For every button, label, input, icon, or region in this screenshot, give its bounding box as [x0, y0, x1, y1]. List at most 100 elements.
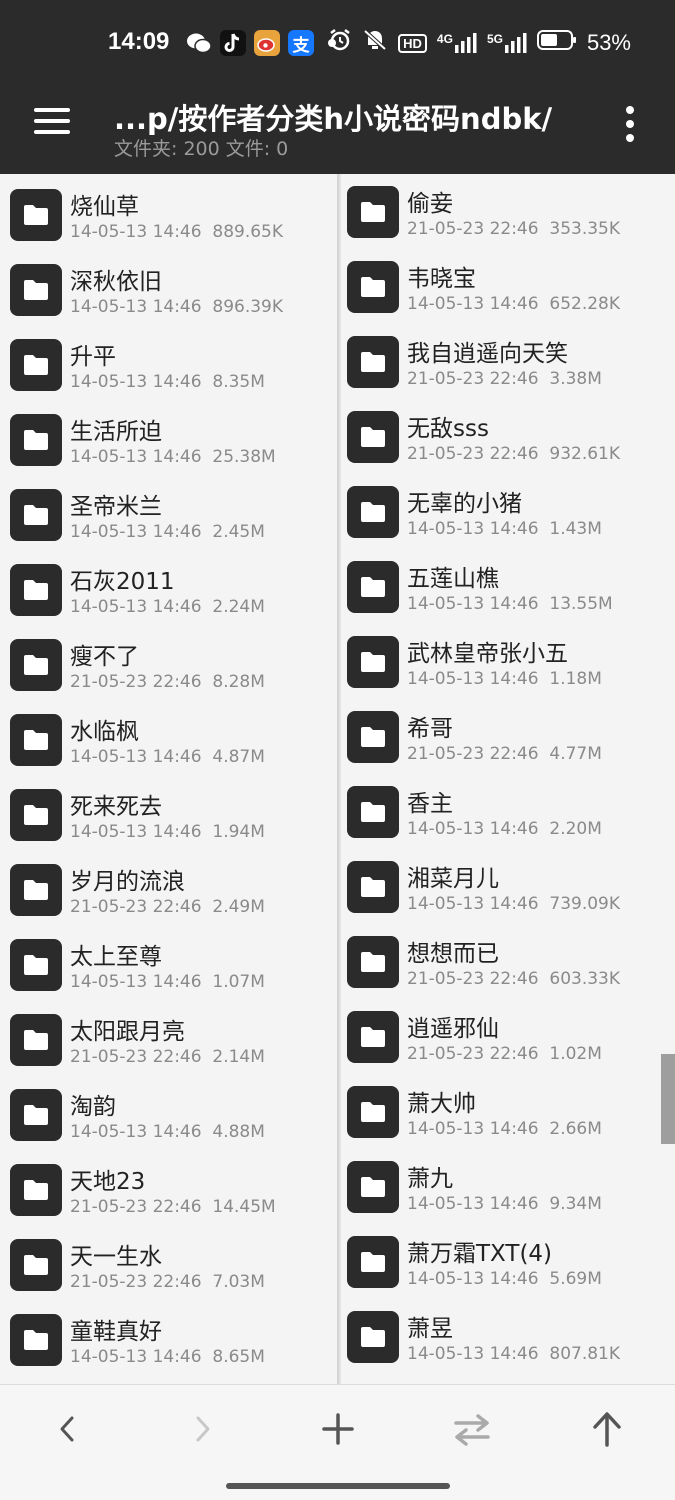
folder-row[interactable]: 石灰2011 14-05-13 14:46 2.24M — [0, 549, 337, 624]
folder-row[interactable]: 逍遥邪仙 21-05-23 22:46 1.02M — [340, 999, 675, 1074]
folder-row[interactable]: 岁月的流浪 21-05-23 22:46 2.49M — [0, 849, 337, 924]
bottom-nav-bar — [0, 1384, 675, 1500]
folder-row[interactable]: 韦晓宝 14-05-13 14:46 652.28K — [340, 249, 675, 324]
folder-row[interactable]: 希哥 21-05-23 22:46 4.77M — [340, 699, 675, 774]
forward-icon[interactable] — [172, 1407, 232, 1451]
folder-meta: 21-05-23 22:46 3.38M — [407, 369, 602, 389]
folder-size: 1.43M — [549, 519, 602, 539]
folder-meta: 14-05-13 14:46 896.39K — [70, 297, 283, 317]
folder-meta: 14-05-13 14:46 8.35M — [70, 372, 265, 392]
folder-meta: 14-05-13 14:46 889.65K — [70, 222, 283, 242]
more-options-icon[interactable] — [622, 106, 638, 146]
folder-meta: 21-05-23 22:46 7.03M — [70, 1272, 265, 1292]
folder-size: 1.02M — [549, 1044, 602, 1064]
folder-name: 韦晓宝 — [407, 266, 476, 292]
up-icon[interactable] — [577, 1407, 637, 1451]
folder-row[interactable]: 深秋依旧 14-05-13 14:46 896.39K — [0, 249, 337, 324]
folder-date: 14-05-13 14:46 — [70, 222, 202, 242]
folder-size: 7.03M — [212, 1272, 265, 1292]
folder-row[interactable]: 死来死去 14-05-13 14:46 1.94M — [0, 774, 337, 849]
folder-date: 14-05-13 14:46 — [70, 372, 202, 392]
folder-row[interactable]: 我自逍遥向天笑 21-05-23 22:46 3.38M — [340, 324, 675, 399]
folder-row[interactable]: 无敌sss 21-05-23 22:46 932.61K — [340, 399, 675, 474]
folder-meta: 21-05-23 22:46 2.49M — [70, 897, 265, 917]
folder-size: 4.77M — [549, 744, 602, 764]
folder-row[interactable]: 想想而已 21-05-23 22:46 603.33K — [340, 924, 675, 999]
menu-icon[interactable] — [34, 108, 72, 136]
folder-meta: 14-05-13 14:46 25.38M — [70, 447, 276, 467]
folder-row[interactable]: 萧昱 14-05-13 14:46 807.81K — [340, 1299, 675, 1374]
folder-size: 2.45M — [212, 522, 265, 542]
folder-row[interactable]: 天一生水 21-05-23 22:46 7.03M — [0, 1224, 337, 1299]
folder-name: 淘韵 — [70, 1094, 116, 1120]
folder-icon — [10, 264, 62, 316]
folder-row[interactable]: 太阳跟月亮 21-05-23 22:46 2.14M — [0, 999, 337, 1074]
folder-file-count: 文件夹: 200 文件: 0 — [114, 138, 289, 160]
folder-row[interactable]: 武林皇帝张小五 14-05-13 14:46 1.18M — [340, 624, 675, 699]
folder-icon — [10, 1164, 62, 1216]
folder-size: 2.24M — [212, 597, 265, 617]
weibo-icon — [254, 30, 280, 56]
folder-size: 8.65M — [212, 1347, 265, 1367]
folder-date: 14-05-13 14:46 — [70, 447, 202, 467]
folder-row[interactable]: 升平 14-05-13 14:46 8.35M — [0, 324, 337, 399]
folder-row[interactable]: 萧万霜TXT(4) 14-05-13 14:46 5.69M — [340, 1224, 675, 1299]
folder-meta: 14-05-13 14:46 1.43M — [407, 519, 602, 539]
back-icon[interactable] — [38, 1407, 98, 1451]
folder-row[interactable]: 萧大帅 14-05-13 14:46 2.66M — [340, 1074, 675, 1149]
mute-icon — [362, 28, 388, 58]
folder-name: 死来死去 — [70, 794, 162, 820]
folder-icon — [10, 414, 62, 466]
folder-meta: 14-05-13 14:46 8.65M — [70, 1347, 265, 1367]
folder-row[interactable]: 太上至尊 14-05-13 14:46 1.07M — [0, 924, 337, 999]
folder-icon — [347, 711, 399, 763]
folder-date: 14-05-13 14:46 — [70, 1347, 202, 1367]
folder-date: 14-05-13 14:46 — [407, 1344, 539, 1364]
folder-meta: 14-05-13 14:46 2.45M — [70, 522, 265, 542]
battery-icon — [536, 30, 577, 56]
folder-name: 无敌sss — [407, 416, 489, 442]
folder-size: 1.94M — [212, 822, 265, 842]
add-icon[interactable] — [308, 1407, 368, 1451]
folder-size: 8.35M — [212, 372, 265, 392]
scrollbar-thumb[interactable] — [661, 1054, 675, 1144]
folder-row[interactable]: 偷妾 21-05-23 22:46 353.35K — [340, 174, 675, 249]
folder-size: 8.28M — [212, 672, 265, 692]
folder-row[interactable]: 湘菜月儿 14-05-13 14:46 739.09K — [340, 849, 675, 924]
folder-date: 14-05-13 14:46 — [70, 597, 202, 617]
folder-date: 21-05-23 22:46 — [407, 444, 539, 464]
folder-size: 889.65K — [212, 222, 284, 242]
signal-5g-icon: 5G — [487, 33, 527, 53]
folder-row[interactable]: 瘦不了 21-05-23 22:46 8.28M — [0, 624, 337, 699]
folder-row[interactable]: 无辜的小猪 14-05-13 14:46 1.43M — [340, 474, 675, 549]
folder-row[interactable]: 生活所迫 14-05-13 14:46 25.38M — [0, 399, 337, 474]
folder-icon — [347, 1011, 399, 1063]
home-indicator[interactable] — [226, 1483, 450, 1489]
status-app-icons: 支 — [186, 30, 336, 56]
folder-row[interactable]: 淘韵 14-05-13 14:46 4.88M — [0, 1074, 337, 1149]
folder-row[interactable]: 香主 14-05-13 14:46 2.20M — [340, 774, 675, 849]
folder-name: 太阳跟月亮 — [70, 1019, 185, 1045]
folder-name: 萧万霜TXT(4) — [407, 1241, 553, 1267]
folder-size: 1.18M — [549, 669, 602, 689]
folder-row[interactable]: 圣帝米兰 14-05-13 14:46 2.45M — [0, 474, 337, 549]
folder-name: 岁月的流浪 — [70, 869, 185, 895]
folder-size: 603.33K — [549, 969, 621, 989]
file-list-left-pane: 烧仙草 14-05-13 14:46 889.65K 深秋依旧 14-05-13 14… — [0, 174, 337, 1384]
signal-4g-icon: 4G — [437, 33, 477, 53]
folder-row[interactable]: 萧九 14-05-13 14:46 9.34M — [340, 1149, 675, 1224]
folder-date: 14-05-13 14:46 — [407, 1194, 539, 1214]
folder-row[interactable]: 水临枫 14-05-13 14:46 4.87M — [0, 699, 337, 774]
folder-row[interactable]: 五莲山樵 14-05-13 14:46 13.55M — [340, 549, 675, 624]
folder-row[interactable]: 烧仙草 14-05-13 14:46 889.65K — [0, 174, 337, 249]
folder-size: 2.20M — [549, 819, 602, 839]
folder-icon — [347, 561, 399, 613]
folder-size: 4.87M — [212, 747, 265, 767]
swap-icon[interactable] — [442, 1407, 502, 1451]
folder-meta: 21-05-23 22:46 932.61K — [407, 444, 620, 464]
folder-row[interactable]: 童鞋真好 14-05-13 14:46 8.65M — [0, 1299, 337, 1374]
folder-size: 9.34M — [549, 1194, 602, 1214]
folder-name: 萧昱 — [407, 1316, 453, 1342]
folder-icon — [10, 639, 62, 691]
folder-row[interactable]: 天地23 21-05-23 22:46 14.45M — [0, 1149, 337, 1224]
